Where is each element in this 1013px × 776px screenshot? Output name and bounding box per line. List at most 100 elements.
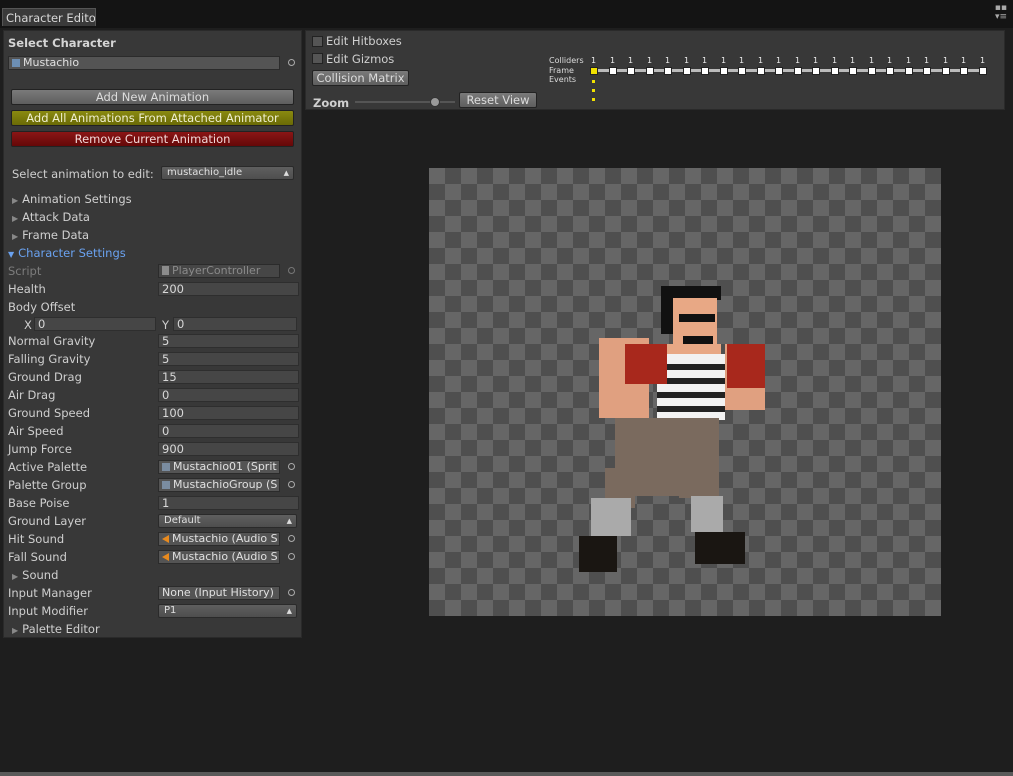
collider-count-19: 1 bbox=[943, 56, 949, 65]
ground-drag-field[interactable]: 15 bbox=[158, 370, 299, 384]
frame-box-4[interactable] bbox=[664, 67, 672, 75]
window-menu-icon[interactable]: ▪▪ ▾≡ bbox=[995, 4, 1007, 22]
object-picker-icon[interactable] bbox=[288, 553, 295, 560]
frame-link bbox=[654, 69, 664, 72]
object-picker-icon[interactable] bbox=[288, 59, 295, 66]
palette-group-field[interactable]: MustachioGroup (S bbox=[158, 478, 280, 492]
reset-view-button[interactable]: Reset View bbox=[459, 92, 537, 108]
frame-box-7[interactable] bbox=[720, 67, 728, 75]
foldout-attack-data[interactable]: ▶ Attack Data bbox=[12, 210, 90, 224]
frame-box-13[interactable] bbox=[831, 67, 839, 75]
object-picker-icon[interactable] bbox=[288, 535, 295, 542]
add-all-animations-button[interactable]: Add All Animations From Attached Animato… bbox=[11, 110, 294, 126]
fall-sound-label: Fall Sound bbox=[8, 550, 67, 564]
event-marker[interactable] bbox=[592, 89, 595, 92]
foldout-frame-data[interactable]: ▶ Frame Data bbox=[12, 228, 89, 242]
active-palette-field[interactable]: Mustachio01 (Sprit bbox=[158, 460, 280, 474]
event-marker[interactable] bbox=[592, 80, 595, 83]
frame-box-0[interactable] bbox=[590, 67, 598, 75]
base-poise-field[interactable]: 1 bbox=[158, 496, 299, 510]
input-modifier-dropdown[interactable]: P1▲▼ bbox=[158, 604, 297, 618]
edit-gizmos-checkbox[interactable] bbox=[312, 53, 323, 64]
frame-box-11[interactable] bbox=[794, 67, 802, 75]
health-field[interactable]: 200 bbox=[158, 282, 299, 296]
normal-gravity-field[interactable]: 5 bbox=[158, 334, 299, 348]
edit-gizmos-label[interactable]: Edit Gizmos bbox=[326, 52, 394, 66]
select-animation-label: Select animation to edit: bbox=[12, 167, 154, 181]
zoom-slider-knob[interactable] bbox=[430, 97, 440, 107]
collider-count-1: 1 bbox=[610, 56, 616, 65]
falling-gravity-label: Falling Gravity bbox=[8, 352, 91, 366]
frame-link bbox=[820, 69, 831, 72]
frame-box-1[interactable] bbox=[609, 67, 617, 75]
ground-layer-dropdown[interactable]: Default▲▼ bbox=[158, 514, 297, 528]
jump-force-field[interactable]: 900 bbox=[158, 442, 299, 456]
health-label: Health bbox=[8, 282, 46, 296]
frame-box-9[interactable] bbox=[757, 67, 765, 75]
collider-count-0: 1 bbox=[591, 56, 597, 65]
frame-link bbox=[931, 69, 942, 72]
script-label: Script bbox=[8, 264, 42, 278]
input-manager-field[interactable]: None (Input History) bbox=[158, 586, 280, 600]
edit-hitboxes-checkbox[interactable] bbox=[312, 36, 323, 47]
foldout-arrow-icon: ▶ bbox=[12, 214, 19, 223]
bottom-scrollbar[interactable] bbox=[0, 772, 1013, 776]
foldout-arrow-open-icon: ▼ bbox=[8, 250, 15, 259]
frame-box-6[interactable] bbox=[701, 67, 709, 75]
hit-sound-field[interactable]: Mustachio (Audio S bbox=[158, 532, 280, 546]
air-speed-field[interactable]: 0 bbox=[158, 424, 299, 438]
event-marker[interactable] bbox=[592, 98, 595, 101]
frame-link bbox=[802, 69, 812, 72]
falling-gravity-field[interactable]: 5 bbox=[158, 352, 299, 366]
frame-box-12[interactable] bbox=[812, 67, 820, 75]
frame-link bbox=[950, 69, 960, 72]
foldout-sound[interactable]: ▶ Sound bbox=[12, 568, 58, 582]
script-icon bbox=[162, 266, 169, 275]
frame-box-20[interactable] bbox=[960, 67, 968, 75]
frame-box-17[interactable] bbox=[905, 67, 913, 75]
object-picker-icon[interactable] bbox=[288, 481, 295, 488]
frame-box-18[interactable] bbox=[923, 67, 931, 75]
x-label: X bbox=[24, 318, 32, 332]
sprite-preview-canvas[interactable] bbox=[429, 168, 941, 616]
colliders-label: Colliders bbox=[549, 56, 584, 65]
character-object-field[interactable]: Mustachio bbox=[8, 56, 280, 70]
edit-hitboxes-label[interactable]: Edit Hitboxes bbox=[326, 34, 402, 48]
frame-box-5[interactable] bbox=[683, 67, 691, 75]
frame-box-2[interactable] bbox=[627, 67, 635, 75]
air-speed-label: Air Speed bbox=[8, 424, 64, 438]
frame-box-8[interactable] bbox=[738, 67, 746, 75]
add-new-animation-button[interactable]: Add New Animation bbox=[11, 89, 294, 105]
ground-speed-field[interactable]: 100 bbox=[158, 406, 299, 420]
foldout-palette-editor[interactable]: ▶ Palette Editor bbox=[12, 622, 100, 636]
frame-link bbox=[857, 69, 868, 72]
frame-box-15[interactable] bbox=[868, 67, 876, 75]
body-offset-x-field[interactable]: 0 bbox=[34, 317, 156, 331]
frame-box-19[interactable] bbox=[942, 67, 950, 75]
collision-matrix-button[interactable]: Collision Matrix bbox=[312, 70, 409, 86]
frame-box-16[interactable] bbox=[886, 67, 894, 75]
fall-sound-field[interactable]: Mustachio (Audio S bbox=[158, 550, 280, 564]
object-picker-icon[interactable] bbox=[288, 589, 295, 596]
foldout-animation-settings[interactable]: ▶ Animation Settings bbox=[12, 192, 132, 206]
jump-force-label: Jump Force bbox=[8, 442, 72, 456]
body-offset-y-field[interactable]: 0 bbox=[173, 317, 297, 331]
tab-character-editor[interactable]: Character Edito bbox=[2, 8, 96, 26]
air-drag-field[interactable]: 0 bbox=[158, 388, 299, 402]
animation-dropdown[interactable]: mustachio_idle▲▼ bbox=[161, 166, 294, 180]
foldout-character-settings[interactable]: ▼ Character Settings bbox=[8, 246, 126, 260]
remove-animation-button[interactable]: Remove Current Animation bbox=[11, 131, 294, 147]
frame-box-21[interactable] bbox=[979, 67, 987, 75]
title-bar: Character Edito ▪▪ ▾≡ bbox=[0, 0, 1013, 28]
frame-link bbox=[876, 69, 886, 72]
frame-link bbox=[709, 69, 720, 72]
frame-link bbox=[672, 69, 683, 72]
object-picker-icon[interactable] bbox=[288, 463, 295, 470]
zoom-slider-track[interactable] bbox=[355, 101, 455, 103]
frame-box-10[interactable] bbox=[775, 67, 783, 75]
collider-count-6: 1 bbox=[702, 56, 708, 65]
frame-link bbox=[635, 69, 646, 72]
select-character-header: Select Character bbox=[8, 36, 116, 50]
frame-box-3[interactable] bbox=[646, 67, 654, 75]
frame-box-14[interactable] bbox=[849, 67, 857, 75]
